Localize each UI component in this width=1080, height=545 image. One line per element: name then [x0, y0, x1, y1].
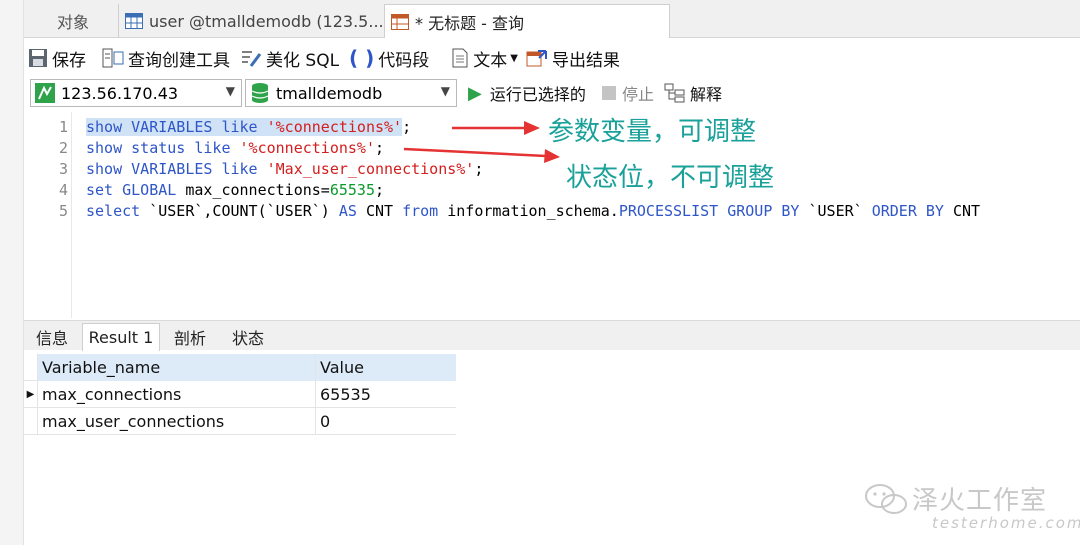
tab-profile[interactable]: 剖析: [164, 323, 216, 351]
stop-label: 停止: [622, 85, 655, 104]
query-builder-button[interactable]: 查询创建工具: [98, 43, 234, 73]
export-results-label: 导出结果: [552, 50, 620, 71]
query-toolbar: 保存 查询创建工具 美化 SQL ( ) 代码段 文本 ▼ 导出结果: [24, 40, 1080, 76]
tab-status[interactable]: 状态: [220, 323, 276, 351]
database-select[interactable]: tmalldemodb ▼: [245, 79, 457, 107]
current-row-indicator-icon: ▶: [24, 381, 38, 408]
wechat-logo-icon: [865, 484, 907, 514]
grid-header-row: Variable_name Value: [24, 354, 456, 381]
tab-untitled-query[interactable]: * 无标题 - 查询: [384, 4, 670, 38]
stop-button[interactable]: 停止: [602, 80, 654, 106]
table-icon: [125, 13, 143, 29]
code-line-3[interactable]: show VARIABLES like 'Max_user_connection…: [86, 159, 483, 180]
column-header-value[interactable]: Value: [316, 354, 456, 381]
brush-icon: [242, 51, 262, 67]
line-number: 1: [58, 118, 68, 136]
save-button[interactable]: 保存: [24, 43, 90, 73]
text-mode-label: 文本: [473, 50, 508, 71]
run-selected-label: 运行已选择的: [489, 85, 586, 104]
database-icon: [251, 83, 269, 103]
watermark-site: testerhome.com: [932, 514, 1080, 532]
chevron-down-icon: ▼: [225, 84, 235, 98]
line-number: 2: [58, 139, 68, 157]
database-name-value: tmalldemodb: [276, 83, 383, 103]
column-header-variable-name[interactable]: Variable_name: [38, 354, 316, 381]
annotation-status-fixed: 状态位，不可调整: [566, 163, 775, 193]
run-selected-button[interactable]: ▶ 运行已选择的: [468, 80, 586, 106]
connection-select[interactable]: 123.56.170.43 ▼: [30, 79, 242, 107]
code-line-1[interactable]: show VARIABLES like '%connections%';: [86, 117, 411, 138]
query-table-icon: [391, 13, 409, 30]
parentheses-icon: ( ): [349, 46, 375, 70]
table-row[interactable]: ▶ max_connections 65535: [24, 381, 456, 408]
code-line-5[interactable]: select `USER`,COUNT(`USER`) AS CNT from …: [86, 201, 980, 222]
text-mode-button[interactable]: 文本 ▼: [447, 43, 522, 73]
chevron-down-icon: ▼: [440, 84, 450, 98]
row-marker: [24, 354, 38, 381]
annotation-params-adjustable: 参数变量，可调整: [548, 117, 757, 147]
tab-info[interactable]: 信息: [26, 323, 78, 351]
cell-value[interactable]: 65535: [316, 381, 456, 408]
stop-icon: [602, 86, 616, 100]
explain-label: 解释: [690, 85, 723, 104]
cell-variable-name[interactable]: max_user_connections: [38, 408, 316, 435]
connection-icon: [35, 83, 55, 103]
left-sidebar-strip: [0, 0, 24, 545]
code-snippet-label: 代码段: [378, 50, 430, 71]
cell-value[interactable]: 0: [316, 408, 456, 435]
connection-toolbar: 123.56.170.43 ▼ tmalldemodb ▼ ▶ 运行已选择的 停…: [24, 78, 1080, 110]
document-tab-bar: 对象 user @tmalldemodb (123.5... * 无标题 - 查…: [24, 0, 1080, 38]
line-number-gutter: 1 2 3 4 5: [24, 112, 72, 318]
selected-code: show VARIABLES like '%connections%': [86, 118, 403, 136]
watermark-name: 泽火工作室: [912, 486, 1048, 516]
save-icon: [29, 49, 47, 67]
line-number: 5: [58, 202, 68, 220]
save-label: 保存: [52, 50, 86, 71]
beautify-sql-label: 美化 SQL: [266, 50, 340, 71]
connection-host-value: 123.56.170.43: [61, 83, 179, 103]
tab-user-table[interactable]: user @tmalldemodb (123.5...: [118, 4, 404, 38]
tab-untitled-query-label: * 无标题 - 查询: [415, 13, 525, 33]
code-snippet-button[interactable]: ( ) 代码段: [345, 43, 433, 73]
beautify-sql-button[interactable]: 美化 SQL: [236, 43, 343, 73]
table-row[interactable]: max_user_connections 0: [24, 408, 456, 435]
cell-variable-name[interactable]: max_connections: [38, 381, 316, 408]
tab-result-1[interactable]: Result 1: [82, 323, 160, 351]
document-icon: [452, 48, 468, 68]
line-number: 4: [58, 181, 68, 199]
play-icon: ▶: [468, 82, 482, 104]
explain-button[interactable]: 解释: [664, 80, 722, 106]
row-marker: [24, 408, 38, 435]
tab-user-table-label: user @tmalldemodb (123.5...: [149, 11, 384, 31]
line-number: 3: [58, 160, 68, 178]
watermark: 泽火工作室 testerhome.com: [860, 478, 1080, 538]
code-line-4[interactable]: set GLOBAL max_connections=65535;: [86, 180, 384, 201]
result-tab-bar: 信息 Result 1 剖析 状态: [24, 320, 1080, 351]
dropdown-arrow-icon: ▼: [510, 52, 518, 64]
query-builder-label: 查询创建工具: [128, 50, 230, 71]
export-icon: [526, 50, 547, 67]
explain-icon: [664, 83, 685, 103]
query-builder-icon: [102, 48, 124, 68]
export-results-button[interactable]: 导出结果: [522, 43, 624, 73]
code-line-2[interactable]: show status like '%connections%';: [86, 138, 384, 159]
tab-objects[interactable]: 对象: [24, 4, 116, 38]
